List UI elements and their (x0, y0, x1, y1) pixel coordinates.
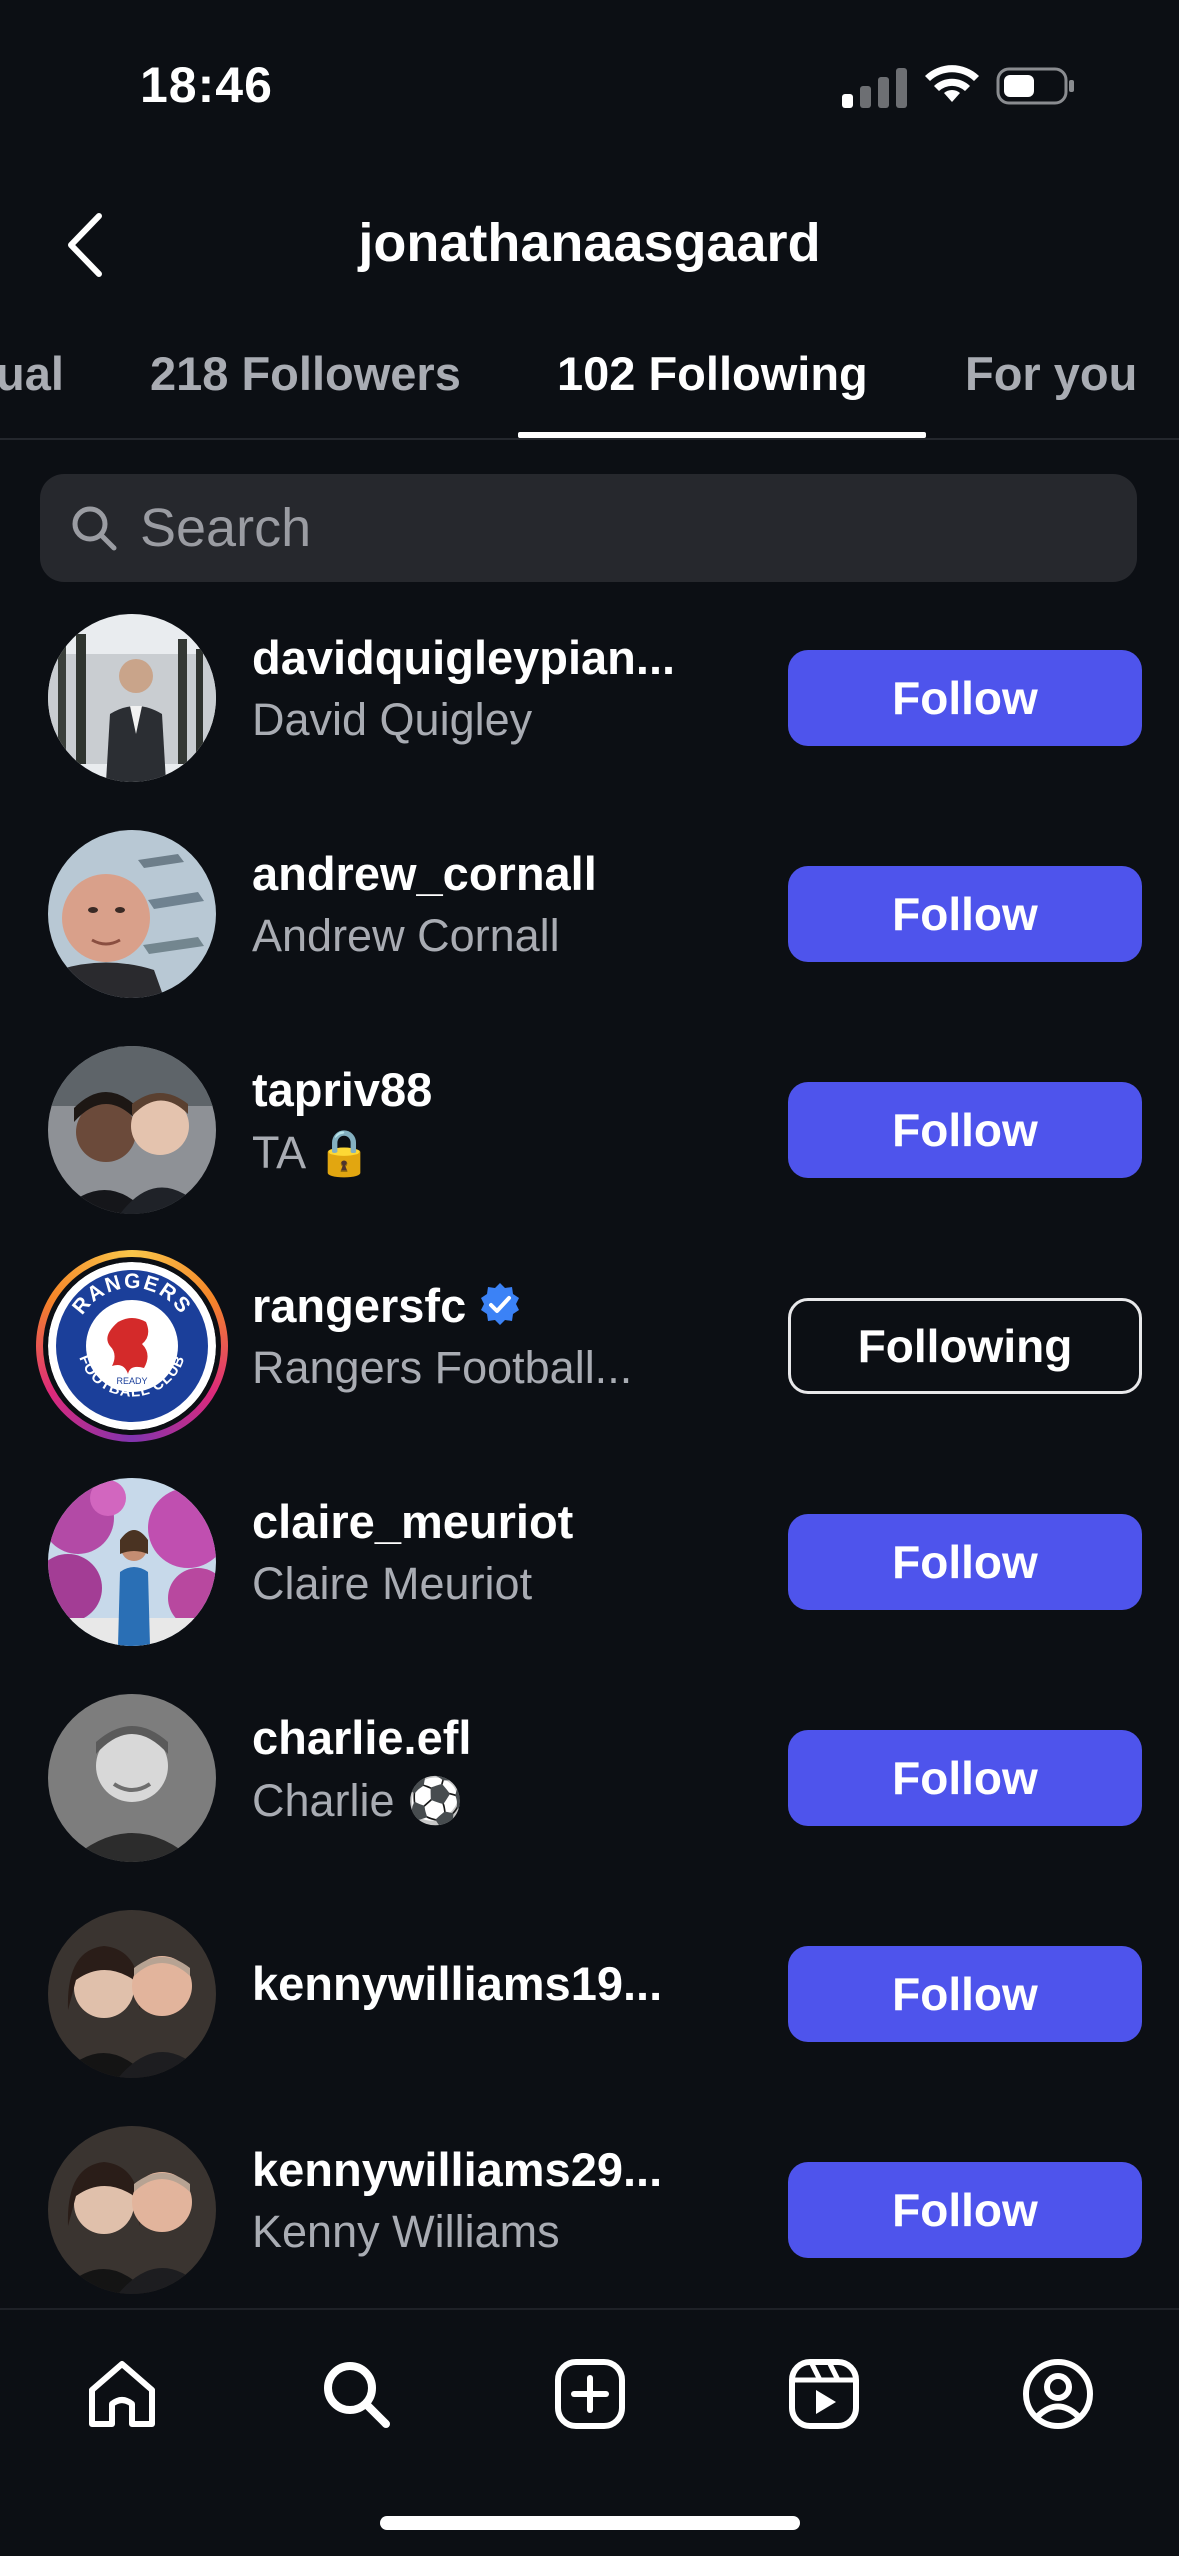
follow-button[interactable]: Follow (788, 1514, 1142, 1610)
user-text: charlie.efl Charlie ⚽ (252, 1708, 722, 1828)
search-bar[interactable] (40, 474, 1137, 582)
search-icon (72, 506, 117, 551)
tab-followers[interactable]: 218 Followers (150, 346, 461, 401)
list-item[interactable]: RANGERS FOOTBALL CLUB READY rangersfc Ra… (0, 1250, 1179, 1478)
nav-create[interactable] (548, 2352, 632, 2436)
avatar[interactable] (48, 2126, 216, 2294)
page-title: jonathanaasgaard (358, 213, 821, 273)
follow-button[interactable]: Follow (788, 1730, 1142, 1826)
user-text: rangersfc Rangers Football... (252, 1276, 722, 1396)
username[interactable]: charlie.efl (252, 1708, 722, 1766)
screen: 18:46 jonathanaasgaard ual 218 Followers… (0, 0, 1179, 2556)
list-item[interactable]: claire_meuriot Claire Meuriot Follow (0, 1478, 1179, 1694)
profile-photo-icon (48, 1478, 216, 1646)
tab-mutual[interactable]: ual (0, 346, 64, 401)
rangers-crest-logo: RANGERS FOOTBALL CLUB READY (48, 1262, 216, 1430)
profile-photo-icon (48, 2126, 216, 2294)
profile-photo-icon (48, 1694, 216, 1862)
reels-icon (789, 2359, 859, 2429)
username[interactable]: andrew_cornall (252, 844, 722, 902)
username[interactable]: tapriv88 (252, 1060, 722, 1118)
wifi-icon (925, 65, 979, 102)
follow-button[interactable]: Follow (788, 1082, 1142, 1178)
avatar[interactable] (48, 1910, 216, 2078)
user-text: tapriv88 TA 🔒 (252, 1060, 722, 1180)
username[interactable]: claire_meuriot (252, 1492, 722, 1550)
user-text: andrew_cornall Andrew Cornall (252, 844, 722, 964)
avatar[interactable] (48, 830, 216, 998)
full-name: Rangers Football... (252, 1342, 633, 1393)
avatar[interactable] (48, 1478, 216, 1646)
nav-reels[interactable] (782, 2352, 866, 2436)
username[interactable]: kennywilliams19... (252, 1954, 722, 2012)
avatar[interactable] (48, 1694, 216, 1862)
username[interactable]: davidquigleypian... (252, 628, 722, 686)
list-item[interactable]: davidquigleypian... David Quigley Follow (0, 614, 1179, 830)
full-name: Claire Meuriot (252, 1558, 533, 1609)
search-icon (324, 2362, 390, 2428)
full-name: Kenny Williams (252, 2206, 560, 2257)
username[interactable]: rangersfc (252, 1276, 722, 1334)
tab-following[interactable]: 102 Following (557, 346, 868, 401)
user-text: claire_meuriot Claire Meuriot (252, 1492, 722, 1612)
home-icon (89, 2361, 155, 2427)
profile-photo-icon (48, 1046, 216, 1214)
status-bar: 18:46 (0, 0, 1179, 170)
cellular-signal-icon (842, 64, 908, 108)
battery-icon (996, 67, 1074, 105)
profile-photo-icon (48, 614, 216, 782)
full-name: David Quigley (252, 694, 533, 745)
follow-button[interactable]: Follow (788, 1946, 1142, 2042)
nav-search[interactable] (314, 2352, 398, 2436)
create-icon (555, 2359, 625, 2429)
full-name: Andrew Cornall (252, 910, 560, 961)
nav-profile[interactable] (1016, 2352, 1100, 2436)
tab-for-you[interactable]: For you (965, 346, 1137, 401)
avatar[interactable] (48, 1046, 216, 1214)
verified-badge-icon (481, 1283, 520, 1325)
follow-button[interactable]: Follow (788, 866, 1142, 962)
full-name: Charlie ⚽ (252, 1774, 464, 1826)
list-item[interactable]: charlie.efl Charlie ⚽ Follow (0, 1694, 1179, 1910)
list-item[interactable]: andrew_cornall Andrew Cornall Follow (0, 830, 1179, 1046)
user-text: davidquigleypian... David Quigley (252, 628, 722, 748)
user-text: kennywilliams19... (252, 1954, 722, 2012)
home-indicator[interactable] (380, 2516, 800, 2530)
status-time: 18:46 (140, 57, 273, 113)
avatar-story-ring[interactable]: RANGERS FOOTBALL CLUB READY (36, 1250, 228, 1442)
profile-photo-icon (48, 830, 216, 998)
full-name: TA 🔒 (252, 1126, 373, 1178)
list-item[interactable]: tapriv88 TA 🔒 Follow (0, 1046, 1179, 1262)
avatar[interactable] (48, 614, 216, 782)
profile-icon (1023, 2359, 1093, 2429)
user-text: kennywilliams29... Kenny Williams (252, 2140, 722, 2260)
following-button[interactable]: Following (788, 1298, 1142, 1394)
header: jonathanaasgaard (0, 170, 1179, 310)
active-tab-indicator (518, 432, 926, 438)
tab-bar: ual 218 Followers 102 Following For you (0, 330, 1179, 440)
follow-button[interactable]: Follow (788, 2162, 1142, 2258)
logo-text-middle: READY (116, 1376, 147, 1386)
search-input[interactable] (140, 474, 1100, 582)
profile-photo-icon (48, 1910, 216, 2078)
list-item[interactable]: kennywilliams19... Follow (0, 1910, 1179, 2126)
follow-button[interactable]: Follow (788, 650, 1142, 746)
username[interactable]: kennywilliams29... (252, 2140, 722, 2198)
nav-home[interactable] (80, 2352, 164, 2436)
